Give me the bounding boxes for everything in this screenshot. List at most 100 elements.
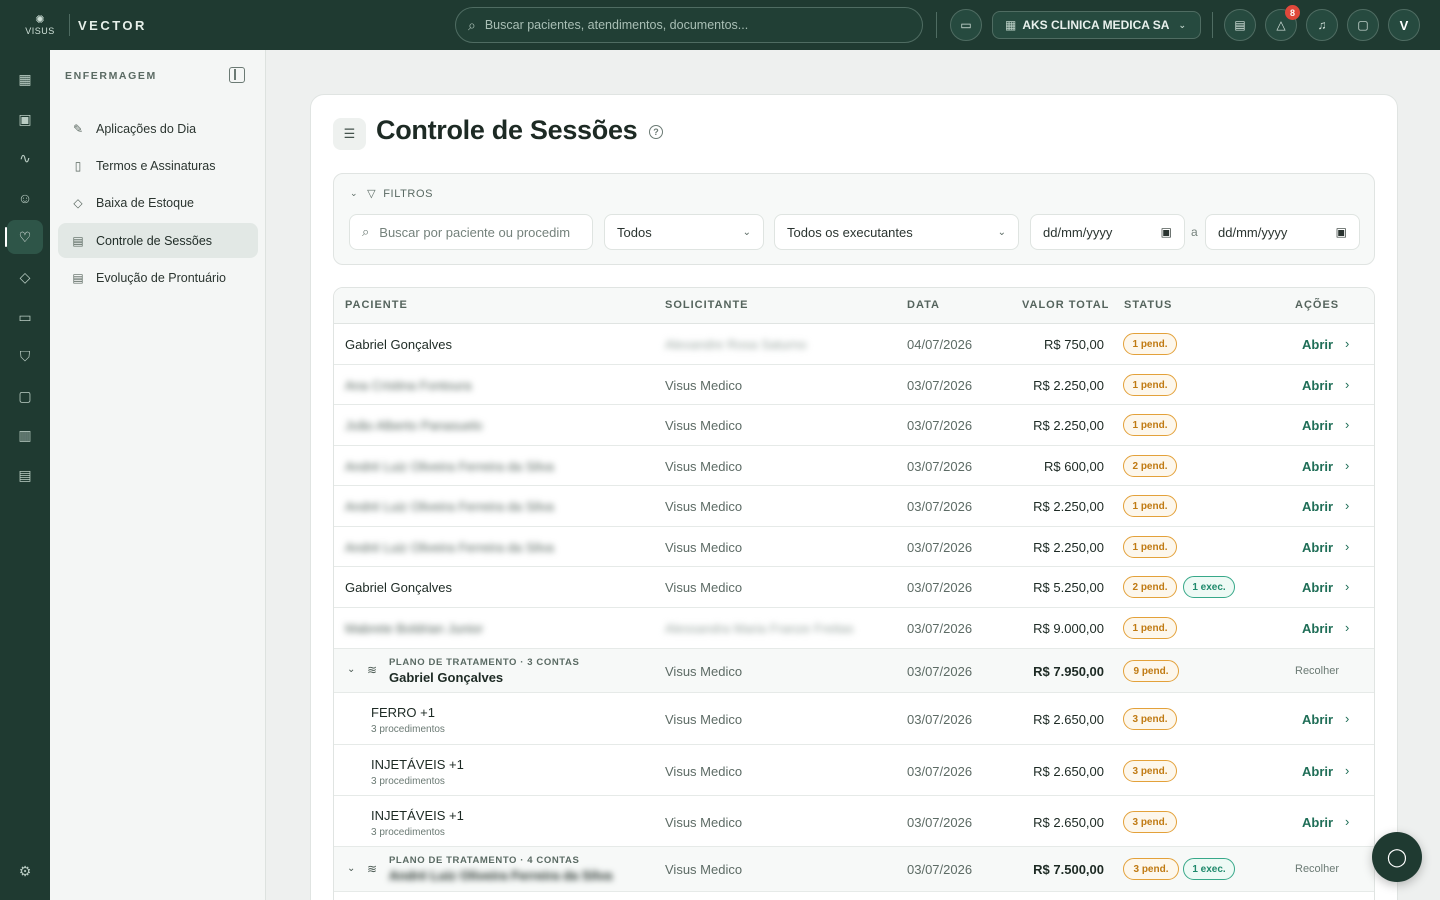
global-search-input[interactable] [484,18,885,32]
divider [69,14,70,36]
procedure-count: 3 procedimentos [371,724,445,735]
collapse-button[interactable]: Recolher [1295,665,1339,677]
rail-patients[interactable]: ☺ [7,181,43,215]
patient-search-input[interactable]: Buscar por paciente ou procedim [379,225,570,240]
col-status[interactable]: STATUS [1124,299,1172,311]
clipboard-icon: ▤ [72,270,84,285]
open-button[interactable]: Abrir [1302,815,1333,830]
documents-button[interactable]: ▤ [1224,9,1257,41]
sidebar-item-aplicacoes[interactable]: ✎ Aplicações do Dia [58,111,258,146]
sidebar-item-label: Baixa de Estoque [96,195,194,210]
open-button[interactable]: Abrir [1302,712,1333,727]
chevron-down-icon[interactable]: ⌄ [347,664,355,675]
visus-logo[interactable]: ✺ VISUS [15,14,65,36]
open-button[interactable]: Abrir [1302,580,1333,595]
open-button[interactable]: Abrir [1302,459,1333,474]
chevron-right-icon[interactable]: › [1345,814,1349,829]
date-to-field[interactable]: dd/mm/yyyy ▣ [1205,214,1360,250]
rail-security[interactable]: ⛉ [7,339,43,373]
rail-clinical[interactable]: ∿ [7,141,43,175]
chevron-right-icon[interactable]: › [1345,498,1349,513]
cash-register-button[interactable]: ▭ [950,9,982,41]
session-date: 03/07/2026 [907,580,973,595]
total-value: R$ 750,00 [1044,337,1104,352]
sidebar-item-evolucao[interactable]: ▤ Evolução de Prontuário [58,260,258,295]
open-button[interactable]: Abrir [1302,337,1333,352]
patient-name: André Luiz Oliveira Ferreira da Silva [345,499,554,514]
chevron-right-icon[interactable]: › [1345,417,1349,432]
col-solicitante[interactable]: SOLICITANTE [665,299,749,311]
open-button[interactable]: Abrir [1302,764,1333,779]
plan-item-row[interactable]: INJETÁVEIS +1 3 procedimentos Visus Medi… [334,796,1374,847]
table-row[interactable]: André Luiz Oliveira Ferreira da Silva Vi… [334,527,1374,567]
rail-dashboard[interactable]: ▦ [7,62,43,96]
patient-name: André Luiz Oliveira Ferreira da Silva [345,540,554,555]
rail-nursing[interactable]: ♡ [5,220,43,254]
chevron-right-icon[interactable]: › [1345,377,1349,392]
date-from-field[interactable]: dd/mm/yyyy ▣ [1030,214,1185,250]
alerts-button[interactable]: △ 8 [1265,5,1301,41]
help-icon[interactable]: ? [649,125,663,139]
sidebar-item-termos[interactable]: ▯ Termos e Assinaturas [58,148,258,183]
notifications-button[interactable]: ♫ [1306,9,1339,41]
chevron-right-icon[interactable]: › [1345,539,1349,554]
chevron-right-icon[interactable]: › [1345,763,1349,778]
requester-name: Visus Medico [665,459,743,474]
layers-icon: ≋ [367,663,378,677]
total-value: R$ 9.000,00 [1033,621,1104,636]
chevron-down-icon: ⌄ [997,226,1006,238]
collapse-button[interactable]: Recolher [1295,863,1339,875]
user-avatar[interactable]: V [1388,9,1421,41]
sidebar-item-controle-sessoes[interactable]: ▤ Controle de Sessões [58,223,258,258]
col-paciente[interactable]: PACIENTE [345,299,408,311]
treatment-plan-row[interactable]: ⌄ ≋ PLANO DE TRATAMENTO · 3 CONTAS Gabri… [334,649,1374,693]
status-select[interactable]: Todos ⌄ [604,214,764,250]
table-row[interactable]: Mabrete Boldrian Junior Alessandra Maria… [334,608,1374,649]
filters-toggle[interactable]: ⌄ ▽ FILTROS [350,187,434,201]
treatment-plan-row[interactable]: ⌄ ≋ PLANO DE TRATAMENTO · 4 CONTAS André… [334,847,1374,892]
executor-select[interactable]: Todos os executantes ⌄ [774,214,1019,250]
table-row[interactable]: André Luiz Oliveira Ferreira da Silva Vi… [334,486,1374,527]
calendar-icon[interactable]: ▣ [1336,225,1347,239]
rail-stock[interactable]: ◇ [7,260,43,294]
patient-search-field[interactable]: ⌕ Buscar por paciente ou procedim [349,214,593,250]
chevron-right-icon[interactable]: › [1345,620,1349,635]
rail-calendar[interactable]: ▣ [7,102,43,136]
chevron-down-icon[interactable]: ⌄ [347,863,355,874]
rail-finance[interactable]: ▭ [7,300,43,334]
table-row[interactable]: Gabriel Gonçalves Alexandre Rosa Saturno… [334,324,1374,365]
page-title: Controle de Sessões [376,115,638,145]
support-chat-button[interactable]: ◯ [1372,832,1422,882]
col-valor-total[interactable]: VALOR TOTAL [1022,299,1109,311]
rail-messages[interactable]: ▢ [7,379,43,413]
chevron-right-icon[interactable]: › [1345,336,1349,351]
plan-item-row[interactable]: INJETÁVEIS +1 3 procedimentos Visus Medi… [334,745,1374,796]
open-button[interactable]: Abrir [1302,378,1333,393]
chevron-right-icon[interactable]: › [1345,711,1349,726]
messages-button[interactable]: ▢ [1347,9,1380,41]
document-icon: ▤ [1234,18,1246,32]
chevron-right-icon[interactable]: › [1345,579,1349,594]
chevron-right-icon[interactable]: › [1345,458,1349,473]
clinic-selector[interactable]: ▦ AKS CLINICA MEDICA SA ⌄ [992,11,1202,39]
open-button[interactable]: Abrir [1302,418,1333,433]
rail-documents[interactable]: ▤ [7,458,43,492]
open-button[interactable]: Abrir [1302,621,1333,636]
sidebar-item-estoque[interactable]: ◇ Baixa de Estoque [58,185,258,220]
filters-title: FILTROS [383,187,434,200]
rail-settings[interactable]: ⚙ [7,854,43,888]
plan-item-row[interactable]: FERRO +1 3 procedimentos Visus Medico 03… [334,693,1374,745]
global-search[interactable]: ⌕ [455,7,923,43]
col-data[interactable]: DATA [907,299,940,311]
requester-name: Visus Medico [665,540,743,555]
sidebar-item-label: Evolução de Prontuário [96,270,226,285]
table-row[interactable]: André Luiz Oliveira Ferreira da Silva Vi… [334,446,1374,486]
table-row[interactable]: João Alberto Panasuelo Visus Medico 03/0… [334,405,1374,446]
calendar-icon[interactable]: ▣ [1161,225,1172,239]
collapse-sidebar-icon[interactable] [229,67,245,83]
open-button[interactable]: Abrir [1302,499,1333,514]
table-row[interactable]: Gabriel Gonçalves Visus Medico 03/07/202… [334,567,1374,608]
open-button[interactable]: Abrir [1302,540,1333,555]
table-row[interactable]: Ana Cristina Fontoura Visus Medico 03/07… [334,365,1374,405]
rail-reports[interactable]: ▥ [7,418,43,452]
